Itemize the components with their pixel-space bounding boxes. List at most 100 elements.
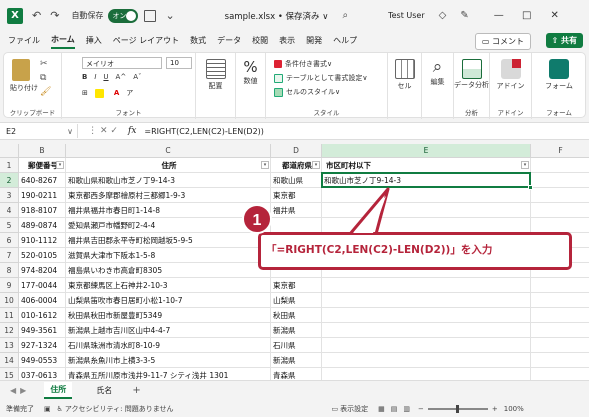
name-box-chevron-icon[interactable]: ∨ [67,127,73,136]
data-analysis-label[interactable]: データ分析 [454,81,489,89]
empty-cell[interactable] [531,338,589,353]
table-cell[interactable]: 東京都西多摩郡檜原村三都郷1-9-3 [66,188,271,203]
underline-icon[interactable]: U [103,73,108,81]
zoom-slider-thumb[interactable] [455,404,459,413]
phonetic-icon[interactable]: ア [126,88,133,98]
table-header-cell[interactable]: 住所 ▾ [66,158,271,173]
add-sheet-button[interactable]: + [132,385,140,396]
zoom-level[interactable]: 100% [504,405,524,413]
cells-icon[interactable] [394,59,415,79]
sheet-tab-address[interactable]: 住所 [44,382,73,399]
font-shrink-icon[interactable]: Aˇ [133,73,141,81]
format-as-table-button[interactable]: テーブルとして書式設定 ∨ [274,73,368,83]
maximize-button[interactable]: □ [513,10,541,21]
sheet-tab-name[interactable]: 氏名 [90,383,118,398]
row-header[interactable]: 2 [0,173,19,188]
cut-icon[interactable]: ✂ [40,59,48,69]
row-header[interactable]: 1 [0,158,19,173]
tab-developer[interactable]: 開発 [306,35,322,48]
document-title[interactable]: sample.xlsx • 保存済み ∨ [225,10,329,22]
sheet-prev-icon[interactable]: ◀ [10,386,16,395]
page-layout-view-icon[interactable]: ▤ [391,405,398,413]
table-cell[interactable]: 新潟県上越市吉川区山中4-4-7 [66,323,271,338]
percent-icon[interactable]: % [236,58,265,76]
font-size-select[interactable]: 10 [166,57,192,69]
filter-dropdown-icon[interactable]: ▾ [312,161,320,169]
font-grow-icon[interactable]: A^ [116,73,127,81]
table-cell[interactable]: 東京都 [271,278,322,293]
empty-cell[interactable] [531,218,589,233]
formula-input[interactable]: =RIGHT(C2,LEN(C2)-LEN(D2)) [144,127,263,136]
empty-cell[interactable] [531,158,589,173]
table-cell[interactable] [322,188,531,203]
comment-button[interactable]: ▭ コメント [474,33,531,50]
minimize-button[interactable]: — [485,10,513,21]
table-cell[interactable]: 東京都練馬区上石神井2-10-3 [66,278,271,293]
conditional-format-button[interactable]: 条件付き書式 ∨ [274,59,332,69]
table-cell[interactable] [322,218,531,233]
undo-icon[interactable]: ↶ [32,9,41,22]
data-analysis-icon[interactable] [461,59,482,79]
display-settings[interactable]: 表示設定 [340,404,368,414]
share-button[interactable]: ⇧ 共有 [545,33,583,48]
table-cell[interactable]: 青森県五所川原市浅井9-11-7 シティ浅井 1301 [66,368,271,380]
row-header[interactable]: 11 [0,308,19,323]
fill-color-icon[interactable] [94,88,104,98]
table-cell[interactable]: 秋田県 [271,308,322,323]
table-cell[interactable]: 新潟県 [271,323,322,338]
fill-handle[interactable] [528,185,533,190]
empty-cell[interactable] [531,353,589,368]
page-break-view-icon[interactable]: ▥ [403,405,410,413]
macro-record-icon[interactable]: ▣ [44,405,51,413]
empty-cell[interactable] [531,173,589,188]
table-cell[interactable]: 山梨県笛吹市春日居町小松1-10-7 [66,293,271,308]
table-cell[interactable]: 東京都 [271,188,322,203]
table-cell[interactable]: 秋田県秋田市新屋豊町5349 [66,308,271,323]
table-cell[interactable] [322,203,531,218]
editing-label[interactable]: 編集 [422,77,453,87]
empty-cell[interactable] [531,203,589,218]
column-header-b[interactable]: B [19,144,66,158]
tab-file[interactable]: ファイル [8,35,40,48]
bold-icon[interactable]: B [82,73,87,81]
filter-dropdown-icon[interactable]: ▾ [56,161,64,169]
column-header-c[interactable]: C [66,144,271,158]
table-cell[interactable]: 福島県いわき市高倉町8305 [66,263,271,278]
forms-icon[interactable] [549,59,569,79]
column-header-f[interactable]: F [531,144,589,158]
table-cell[interactable]: 青森県 [271,368,322,380]
table-cell[interactable] [322,293,531,308]
table-cell[interactable]: 新潟県 [271,353,322,368]
user-name[interactable]: Test User [388,11,425,20]
row-header[interactable]: 5 [0,218,19,233]
row-header[interactable]: 10 [0,293,19,308]
pen-icon[interactable]: ✎ [460,10,468,21]
save-icon[interactable] [144,9,157,22]
cells-label[interactable]: セル [388,81,421,91]
empty-cell[interactable] [531,278,589,293]
table-cell[interactable]: 石川県珠洲市清水町8-10-9 [66,338,271,353]
table-cell[interactable] [322,353,531,368]
paste-icon[interactable] [12,59,30,81]
table-cell[interactable]: 福井県 [271,203,322,218]
diamond-icon[interactable]: ◇ [439,10,447,21]
empty-cell[interactable] [531,293,589,308]
table-cell[interactable]: 918-8107 [19,203,66,218]
autosave-toggle[interactable]: オン [108,8,139,23]
row-header[interactable]: 7 [0,248,19,263]
row-header[interactable]: 3 [0,188,19,203]
tab-data[interactable]: データ [217,35,241,48]
column-header-d[interactable]: D [271,144,322,158]
addins-label[interactable]: アドイン [490,81,531,91]
font-name-select[interactable]: メイリオ [82,57,162,69]
table-cell[interactable] [322,308,531,323]
row-header[interactable]: 6 [0,233,19,248]
table-cell[interactable] [322,278,531,293]
copy-icon[interactable]: ⧉ [40,73,46,83]
accessibility-status[interactable]: アクセシビリティ: 問題ありません [65,404,174,414]
sheet-next-icon[interactable]: ▶ [20,386,26,395]
filter-dropdown-icon[interactable]: ▾ [261,161,269,169]
name-box[interactable]: E2 ∨ [0,124,78,138]
table-cell[interactable]: 927-1324 [19,338,66,353]
zoom-in-button[interactable]: + [492,405,498,413]
